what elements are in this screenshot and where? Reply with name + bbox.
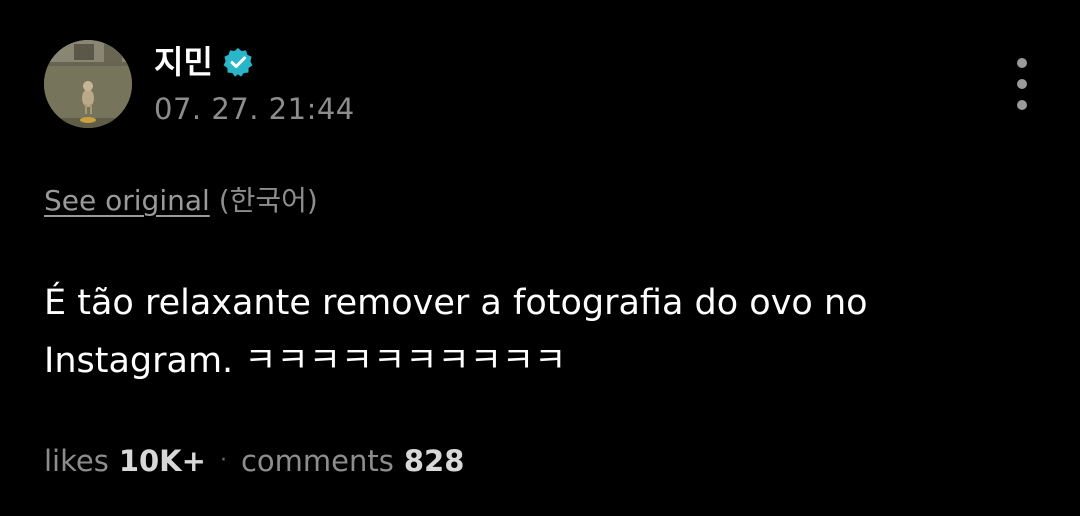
see-original-link[interactable]: See original <box>44 184 210 217</box>
author-row: 지민 <box>154 38 253 86</box>
verified-badge-icon <box>223 47 253 77</box>
post-text-line: Instagram. ㅋㅋㅋㅋㅋㅋㅋㅋㅋㅋ <box>44 341 567 381</box>
translation-notice: See original (한국어) <box>44 180 318 222</box>
more-options-button[interactable] <box>1004 58 1040 110</box>
likes-label[interactable]: likes <box>44 440 109 482</box>
more-vertical-icon-dot <box>1017 79 1027 89</box>
post-text-line: É tão relaxante remover a fotografia do … <box>44 283 868 323</box>
post-card: 지민 07. 27. 21:44 See original (한국어) É tã… <box>0 0 1080 516</box>
comments-label[interactable]: comments <box>241 440 394 482</box>
more-vertical-icon-dot <box>1017 100 1027 110</box>
avatar[interactable] <box>44 40 132 128</box>
original-language-label: (한국어) <box>218 184 318 217</box>
likes-count[interactable]: 10K+ <box>119 440 206 482</box>
post-timestamp: 07. 27. 21:44 <box>154 92 355 126</box>
stats-separator: · <box>219 448 227 473</box>
avatar-image <box>44 40 132 128</box>
post-body: É tão relaxante remover a fotografia do … <box>44 274 1044 390</box>
post-stats: likes 10K+ · comments 828 <box>44 440 464 482</box>
comments-count[interactable]: 828 <box>404 440 465 482</box>
more-vertical-icon <box>1017 58 1027 68</box>
author-name[interactable]: 지민 <box>154 38 213 86</box>
